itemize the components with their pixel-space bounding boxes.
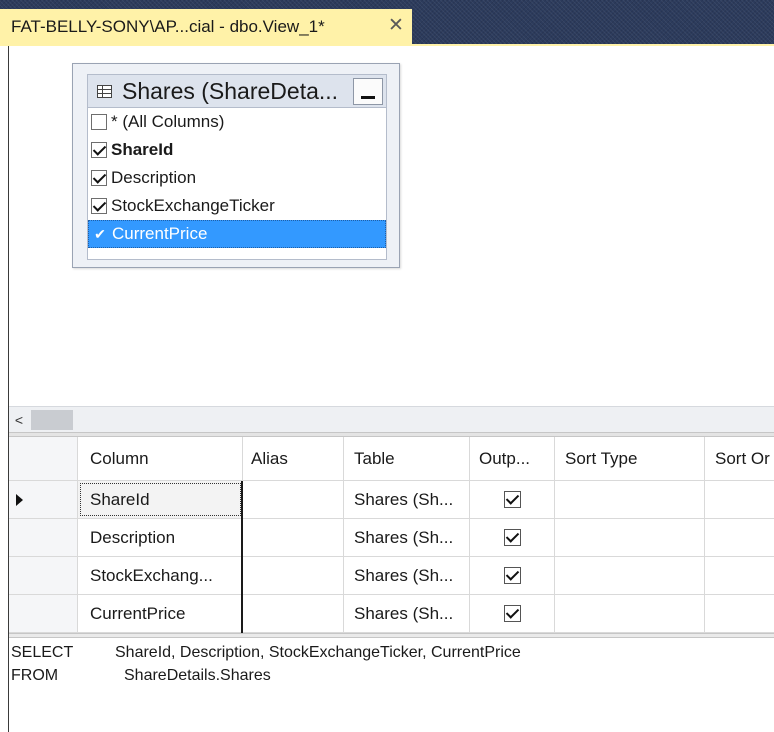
header-column[interactable]: Column [78, 437, 243, 480]
column-item-label: ShareId [111, 140, 174, 159]
checkbox-description[interactable] [91, 170, 107, 186]
output-checkbox[interactable] [503, 567, 521, 584]
output-checkbox[interactable] [503, 605, 521, 622]
close-icon[interactable]: ✕ [385, 14, 407, 36]
sql-keyword-from: FROM [11, 667, 59, 684]
cell-table[interactable]: Shares (Sh... [344, 595, 470, 632]
column-separator[interactable] [241, 481, 243, 633]
row-header-corner [9, 437, 78, 480]
current-row-arrow-icon [16, 493, 23, 506]
header-sort-order[interactable]: Sort Or [705, 437, 774, 480]
checkbox-stockexchangeticker[interactable] [91, 198, 107, 214]
sql-select-columns: ShareId, Description, StockExchangeTicke… [115, 644, 521, 661]
cell-sort-type[interactable] [555, 595, 705, 632]
tab-view-designer[interactable]: FAT-BELLY-SONY\AP...cial - dbo.View_1* ✕ [0, 9, 412, 44]
cell-table[interactable]: Shares (Sh... [344, 481, 470, 518]
column-item-currentprice[interactable]: ✔ CurrentPrice [88, 220, 386, 248]
cell-table[interactable]: Shares (Sh... [344, 519, 470, 556]
column-item-shareid[interactable]: ShareId [88, 136, 386, 164]
cell-column[interactable]: ShareId [78, 481, 243, 518]
table-row[interactable]: CurrentPrice Shares (Sh... [9, 595, 774, 633]
header-table[interactable]: Table [344, 437, 470, 480]
tab-title: FAT-BELLY-SONY\AP...cial - dbo.View_1* [11, 16, 325, 36]
cell-sort-type[interactable] [555, 557, 705, 594]
sql-pane[interactable]: SELECT ShareId, Description, StockExchang… [9, 638, 774, 732]
horizontal-scrollbar[interactable]: < [9, 406, 774, 433]
header-alias[interactable]: Alias [243, 437, 344, 480]
cell-alias[interactable] [243, 481, 344, 518]
table-box-shares[interactable]: Shares (ShareDeta... * (All Columns) Sha… [72, 63, 400, 268]
sql-from-line: FROM ShareDetails.Shares [11, 667, 271, 685]
column-item-all[interactable]: * (All Columns) [88, 108, 386, 136]
cell-sort-order[interactable] [705, 519, 774, 556]
cell-column[interactable]: Description [78, 519, 243, 556]
column-item-description[interactable]: Description [88, 164, 386, 192]
cell-output[interactable] [470, 557, 555, 594]
column-item-label: * (All Columns) [111, 112, 225, 131]
column-item-label: Description [111, 168, 197, 187]
cell-sort-order[interactable] [705, 557, 774, 594]
cell-alias[interactable] [243, 595, 344, 632]
table-row[interactable]: Description Shares (Sh... [9, 519, 774, 557]
sql-keyword-select: SELECT [11, 644, 74, 661]
row-selector[interactable] [9, 595, 78, 632]
table-grid-icon [97, 84, 112, 98]
scroll-left-icon[interactable]: < [9, 410, 29, 430]
cell-column[interactable]: StockExchang... [78, 557, 243, 594]
cell-sort-order[interactable] [705, 481, 774, 518]
row-selector[interactable] [9, 557, 78, 594]
cell-sort-type[interactable] [555, 519, 705, 556]
grid-header-row: Column Alias Table Outp... Sort Type Sor… [9, 437, 774, 481]
table-box-title: Shares (ShareDeta... [122, 77, 339, 104]
cell-column[interactable]: CurrentPrice [78, 595, 243, 632]
table-box-title-bar[interactable]: Shares (ShareDeta... [87, 74, 387, 108]
left-border [0, 46, 9, 732]
output-checkbox[interactable] [503, 529, 521, 546]
cell-table[interactable]: Shares (Sh... [344, 557, 470, 594]
table-row[interactable]: ShareId Shares (Sh... [9, 481, 774, 519]
sql-select-line: SELECT ShareId, Description, StockExchang… [11, 644, 521, 662]
cell-output[interactable] [470, 519, 555, 556]
output-checkbox[interactable] [503, 491, 521, 508]
minimize-icon [361, 96, 375, 99]
minimize-button[interactable] [353, 78, 383, 105]
table-row[interactable]: StockExchang... Shares (Sh... [9, 557, 774, 595]
column-item-stockexchangeticker[interactable]: StockExchangeTicker [88, 192, 386, 220]
document-tab-strip: FAT-BELLY-SONY\AP...cial - dbo.View_1* ✕ [0, 0, 774, 44]
cell-sort-order[interactable] [705, 595, 774, 632]
sql-from-table: ShareDetails.Shares [124, 667, 271, 684]
cell-output[interactable] [470, 595, 555, 632]
cell-alias[interactable] [243, 557, 344, 594]
row-selector[interactable] [9, 481, 78, 518]
scroll-thumb[interactable] [31, 410, 73, 430]
row-selector[interactable] [9, 519, 78, 556]
column-item-label: StockExchangeTicker [111, 196, 275, 215]
cell-alias[interactable] [243, 519, 344, 556]
checkmark-icon[interactable]: ✔ [92, 226, 108, 243]
cell-sort-type[interactable] [555, 481, 705, 518]
column-item-label: CurrentPrice [112, 224, 208, 243]
column-list: * (All Columns) ShareId Description Stoc… [87, 108, 387, 260]
criteria-grid: Column Alias Table Outp... Sort Type Sor… [9, 437, 774, 633]
header-output[interactable]: Outp... [470, 437, 555, 480]
checkbox-shareid[interactable] [91, 142, 107, 158]
header-sort-type[interactable]: Sort Type [555, 437, 705, 480]
checkbox-all-columns[interactable] [91, 114, 107, 130]
cell-output[interactable] [470, 481, 555, 518]
